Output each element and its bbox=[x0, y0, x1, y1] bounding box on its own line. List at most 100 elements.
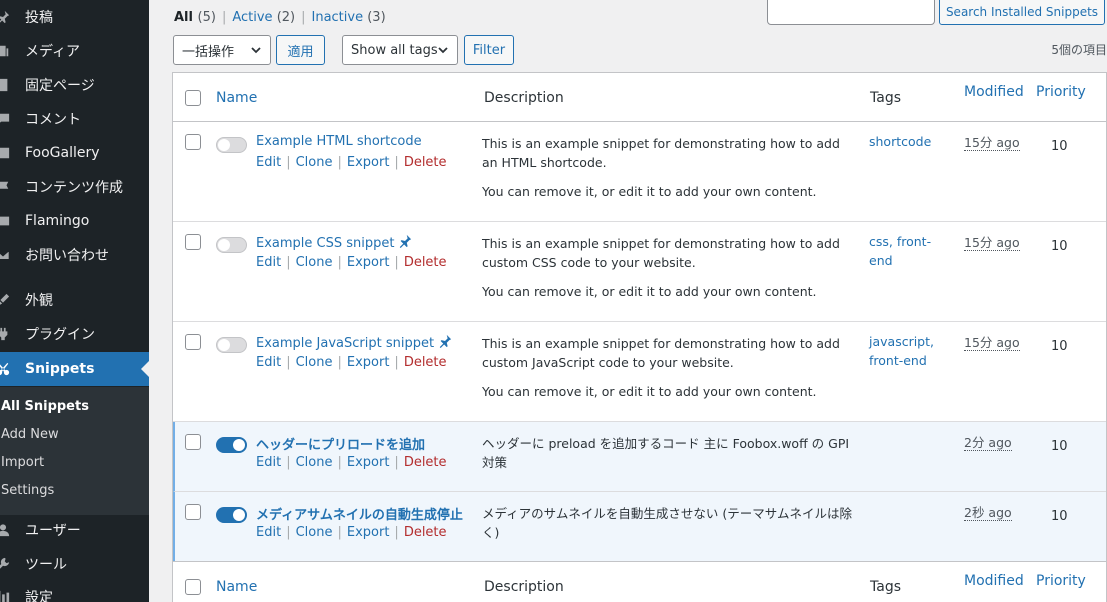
snippet-name-text: Example CSS snippet bbox=[256, 236, 395, 251]
search-button[interactable]: Search Installed Snippets bbox=[939, 0, 1105, 25]
table-header: Name Description Tags Modified Priority bbox=[173, 73, 1106, 122]
menu-item-appearance[interactable]: 外観 bbox=[0, 283, 149, 317]
delete-link[interactable]: Delete bbox=[404, 155, 447, 170]
modified-time: 2秒 ago bbox=[964, 505, 1012, 521]
tag-filter-value: Show all tags bbox=[351, 42, 438, 58]
search-input[interactable] bbox=[767, 0, 935, 25]
menu-item-posts[interactable]: 投稿 bbox=[0, 0, 149, 34]
bulk-action-select[interactable]: 一括操作 bbox=[173, 35, 271, 65]
submenu-import[interactable]: Import bbox=[1, 455, 44, 470]
apply-button[interactable]: 適用 bbox=[276, 35, 325, 65]
menu-item-users[interactable]: ユーザー bbox=[0, 513, 149, 547]
menu-item-tools[interactable]: ツール bbox=[0, 547, 149, 581]
row-checkbox[interactable] bbox=[185, 334, 201, 350]
snippet-name[interactable]: ヘッダーにプリロードを追加 bbox=[256, 434, 425, 453]
tag-filter-select[interactable]: Show all tags bbox=[342, 35, 458, 65]
pin-icon bbox=[438, 334, 452, 352]
delete-link[interactable]: Delete bbox=[404, 525, 447, 540]
row-checkbox[interactable] bbox=[185, 434, 201, 450]
row-checkbox[interactable] bbox=[185, 234, 201, 250]
activation-toggle[interactable] bbox=[216, 137, 247, 153]
activation-toggle[interactable] bbox=[216, 507, 247, 523]
clone-link[interactable]: Clone bbox=[296, 525, 333, 540]
description-text: This is an example snippet for demonstra… bbox=[482, 136, 840, 170]
menu-item-comments[interactable]: コメント bbox=[0, 102, 149, 136]
row-checkbox[interactable] bbox=[185, 134, 201, 150]
table-row: ヘッダーにプリロードを追加 Edit | Clone | Export | Delete ヘ… bbox=[173, 422, 1106, 492]
menu-item-plugins[interactable]: プラグイン bbox=[0, 317, 149, 351]
column-priority[interactable]: Priority bbox=[1036, 573, 1086, 589]
activation-toggle[interactable] bbox=[216, 337, 247, 353]
edit-link[interactable]: Edit bbox=[256, 525, 281, 540]
filter-active[interactable]: Active (2) bbox=[232, 10, 295, 25]
snippet-tags[interactable]: javascript, front-end bbox=[869, 332, 939, 370]
menu-item-content-creation[interactable]: コンテンツ作成 bbox=[0, 170, 149, 204]
edit-link[interactable]: Edit bbox=[256, 355, 281, 370]
column-name[interactable]: Name bbox=[216, 90, 257, 106]
select-all-checkbox[interactable] bbox=[185, 90, 201, 106]
filter-inactive-label: Inactive bbox=[311, 10, 364, 25]
export-link[interactable]: Export bbox=[347, 525, 390, 540]
menu-item-pages[interactable]: 固定ページ bbox=[0, 68, 149, 102]
column-modified[interactable]: Modified bbox=[964, 573, 1024, 589]
menu-item-settings[interactable]: 設定 bbox=[0, 580, 149, 602]
filter-button[interactable]: Filter bbox=[464, 35, 514, 65]
clone-link[interactable]: Clone bbox=[296, 355, 333, 370]
priority-value: 10 bbox=[1051, 339, 1068, 354]
export-link[interactable]: Export bbox=[347, 255, 390, 270]
column-priority[interactable]: Priority bbox=[1036, 84, 1086, 100]
row-checkbox[interactable] bbox=[185, 504, 201, 520]
menu-label: コメント bbox=[25, 112, 81, 128]
activation-toggle[interactable] bbox=[216, 237, 247, 253]
menu-label: 外観 bbox=[25, 293, 53, 309]
menu-item-snippets[interactable]: Snippets bbox=[0, 352, 149, 386]
column-name[interactable]: Name bbox=[216, 579, 257, 595]
clone-link[interactable]: Clone bbox=[296, 255, 333, 270]
filter-inactive[interactable]: Inactive (3) bbox=[312, 10, 386, 25]
snippet-tags[interactable]: css, front-end bbox=[869, 232, 939, 270]
select-all-checkbox[interactable] bbox=[185, 579, 201, 595]
priority-value: 10 bbox=[1051, 509, 1068, 524]
menu-label: コンテンツ作成 bbox=[25, 180, 123, 196]
edit-link[interactable]: Edit bbox=[256, 155, 281, 170]
menu-item-media[interactable]: メディア bbox=[0, 34, 149, 68]
column-description: Description bbox=[484, 579, 564, 595]
menu-label: 投稿 bbox=[25, 10, 53, 26]
delete-link[interactable]: Delete bbox=[404, 355, 447, 370]
filter-active-label: Active bbox=[232, 10, 273, 25]
snippet-name[interactable]: Example HTML shortcode bbox=[256, 134, 422, 149]
row-actions: Edit | Clone | Export | Delete bbox=[256, 255, 447, 270]
admin-sidebar: 投稿 メディア 固定ページ コメント FooGallery コンテンツ作成 Fl… bbox=[0, 0, 149, 602]
filter-all[interactable]: All (5) bbox=[174, 10, 216, 25]
clone-link[interactable]: Clone bbox=[296, 455, 333, 470]
menu-item-foogallery[interactable]: FooGallery bbox=[0, 136, 149, 170]
flag-icon bbox=[0, 179, 10, 195]
column-modified[interactable]: Modified bbox=[964, 84, 1024, 100]
activation-toggle[interactable] bbox=[216, 437, 247, 453]
row-actions: Edit | Clone | Export | Delete bbox=[256, 525, 447, 540]
snippet-tags[interactable]: shortcode bbox=[869, 132, 939, 151]
menu-item-contact[interactable]: お問い合わせ bbox=[0, 238, 149, 272]
snippet-name[interactable]: Example CSS snippet bbox=[256, 234, 412, 252]
delete-link[interactable]: Delete bbox=[404, 455, 447, 470]
export-link[interactable]: Export bbox=[347, 355, 390, 370]
export-link[interactable]: Export bbox=[347, 455, 390, 470]
edit-link[interactable]: Edit bbox=[256, 255, 281, 270]
description-text: This is an example snippet for demonstra… bbox=[482, 236, 840, 270]
modified-time: 15分 ago bbox=[964, 235, 1020, 251]
snippet-description: This is an example snippet for demonstra… bbox=[482, 334, 852, 411]
menu-item-flamingo[interactable]: Flamingo bbox=[0, 204, 149, 238]
delete-link[interactable]: Delete bbox=[404, 255, 447, 270]
submenu-all-snippets[interactable]: All Snippets bbox=[1, 399, 89, 414]
modified-time: 15分 ago bbox=[964, 335, 1020, 351]
snippet-name[interactable]: Example JavaScript snippet bbox=[256, 334, 452, 352]
submenu-add-new[interactable]: Add New bbox=[1, 427, 59, 442]
mail-icon bbox=[0, 247, 10, 263]
snippet-name[interactable]: メディアサムネイルの自動生成停止 bbox=[256, 504, 463, 523]
submenu-settings[interactable]: Settings bbox=[1, 483, 54, 498]
row-actions: Edit | Clone | Export | Delete bbox=[256, 455, 447, 470]
gallery-icon bbox=[0, 145, 10, 161]
export-link[interactable]: Export bbox=[347, 155, 390, 170]
edit-link[interactable]: Edit bbox=[256, 455, 281, 470]
clone-link[interactable]: Clone bbox=[296, 155, 333, 170]
